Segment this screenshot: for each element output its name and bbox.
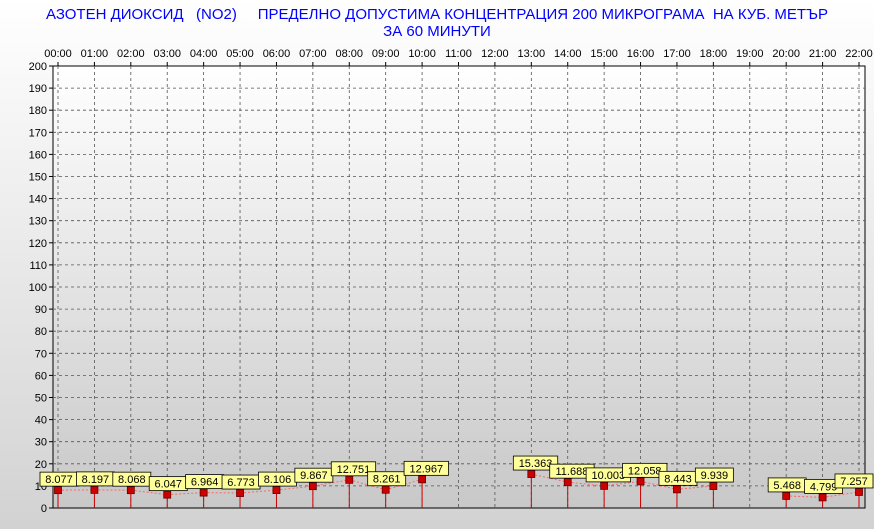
y-tick-label: 150	[29, 172, 47, 184]
data-label: 8.443	[664, 473, 692, 485]
x-tick-label: 03:00	[153, 48, 181, 60]
chart-svg: 0102030405060708090100110120130140150160…	[29, 48, 874, 515]
x-tick-label: 22:00	[845, 48, 873, 60]
x-tick-label: 02:00	[117, 48, 145, 60]
data-label: 7.257	[840, 476, 868, 488]
x-tick-label: 21:00	[809, 48, 837, 60]
x-tick-label: 12:00	[481, 48, 509, 60]
data-point-marker	[345, 475, 354, 484]
data-point-marker	[236, 489, 244, 497]
data-point-marker	[673, 485, 681, 494]
data-point-marker	[563, 478, 572, 487]
x-tick-label: 06:00	[263, 48, 291, 60]
x-tick-label: 17:00	[663, 48, 691, 60]
x-tick-label: 15:00	[590, 48, 618, 60]
x-tick-label: 11:00	[445, 48, 472, 60]
y-tick-label: 200	[29, 61, 47, 73]
data-label: 8.068	[118, 474, 146, 486]
y-tick-label: 30	[35, 437, 47, 449]
x-tick-label: 00:00	[44, 48, 72, 60]
data-point-marker	[527, 470, 536, 478]
data-label: 6.773	[227, 477, 255, 489]
y-tick-label: 130	[29, 216, 47, 228]
data-point-marker	[855, 488, 863, 496]
y-tick-label: 40	[35, 415, 47, 427]
data-point-marker	[308, 482, 317, 491]
y-tick-label: 20	[35, 459, 47, 471]
data-label: 15.363	[519, 458, 553, 470]
data-point-marker	[272, 486, 281, 494]
data-point-marker	[90, 485, 99, 494]
data-point-marker	[418, 475, 426, 484]
y-tick-label: 80	[35, 326, 47, 338]
y-tick-label: 60	[35, 370, 47, 382]
data-point-marker	[818, 493, 827, 502]
data-point-marker	[163, 490, 172, 499]
data-point-marker	[709, 482, 718, 490]
x-tick-label: 14:00	[554, 48, 582, 60]
y-tick-label: 140	[29, 194, 47, 206]
data-label: 9.867	[300, 470, 328, 482]
y-tick-label: 50	[35, 393, 47, 405]
chart-window: АЗОТЕН ДИОКСИД (NO2) ПРЕДЕЛНО ДОПУСТИМА …	[0, 0, 874, 529]
x-tick-label: 08:00	[336, 48, 364, 60]
x-tick-label: 04:00	[190, 48, 218, 60]
x-tick-label: 01:00	[81, 48, 109, 60]
x-tick-label: 05:00	[226, 48, 254, 60]
x-tick-label: 19:00	[736, 48, 764, 60]
data-label: 6.047	[154, 479, 182, 491]
data-point-marker	[381, 485, 390, 494]
x-tick-label: 07:00	[299, 48, 327, 60]
y-tick-label: 90	[35, 304, 47, 316]
data-point-marker	[600, 481, 609, 490]
x-tick-label: 13:00	[518, 48, 546, 60]
data-label: 9.939	[701, 470, 729, 482]
y-tick-label: 180	[29, 105, 47, 117]
y-tick-label: 160	[29, 149, 47, 161]
data-label: 12.967	[409, 463, 443, 475]
data-point-marker	[126, 486, 135, 495]
y-tick-label: 120	[29, 238, 47, 250]
y-tick-label: 100	[29, 282, 47, 294]
y-tick-label: 70	[35, 348, 47, 360]
data-label: 6.964	[191, 477, 219, 489]
x-tick-label: 09:00	[372, 48, 400, 60]
data-label: 5.468	[773, 480, 801, 492]
y-tick-label: 170	[29, 127, 47, 139]
data-point-marker	[199, 488, 208, 497]
x-tick-label: 18:00	[700, 48, 728, 60]
data-point-marker	[782, 492, 791, 500]
data-label: 8.077	[45, 474, 73, 486]
x-axis: 00:00 01:00 02:00 03:00 04:00 05:00 06:00 07:00…	[44, 48, 873, 66]
x-tick-label: 16:00	[627, 48, 655, 60]
data-label: 12.751	[337, 464, 371, 476]
data-label: 12.058	[628, 465, 662, 477]
data-label: 8.197	[82, 474, 110, 486]
data-label: 8.106	[264, 474, 292, 486]
data-label: 4.799	[810, 481, 838, 493]
data-label: 11.688	[556, 466, 589, 478]
data-label: 8.261	[373, 474, 401, 486]
y-tick-label: 0	[41, 503, 47, 515]
data-point-marker	[54, 486, 62, 495]
data-label: 10.003	[592, 470, 626, 482]
x-tick-label: 10:00	[408, 48, 436, 60]
data-point-marker	[636, 477, 645, 486]
x-tick-label: 20:00	[772, 48, 800, 60]
y-tick-label: 190	[29, 83, 47, 95]
y-tick-label: 110	[29, 260, 47, 272]
y-axis: 0102030405060708090100110120130140150160…	[29, 61, 53, 515]
